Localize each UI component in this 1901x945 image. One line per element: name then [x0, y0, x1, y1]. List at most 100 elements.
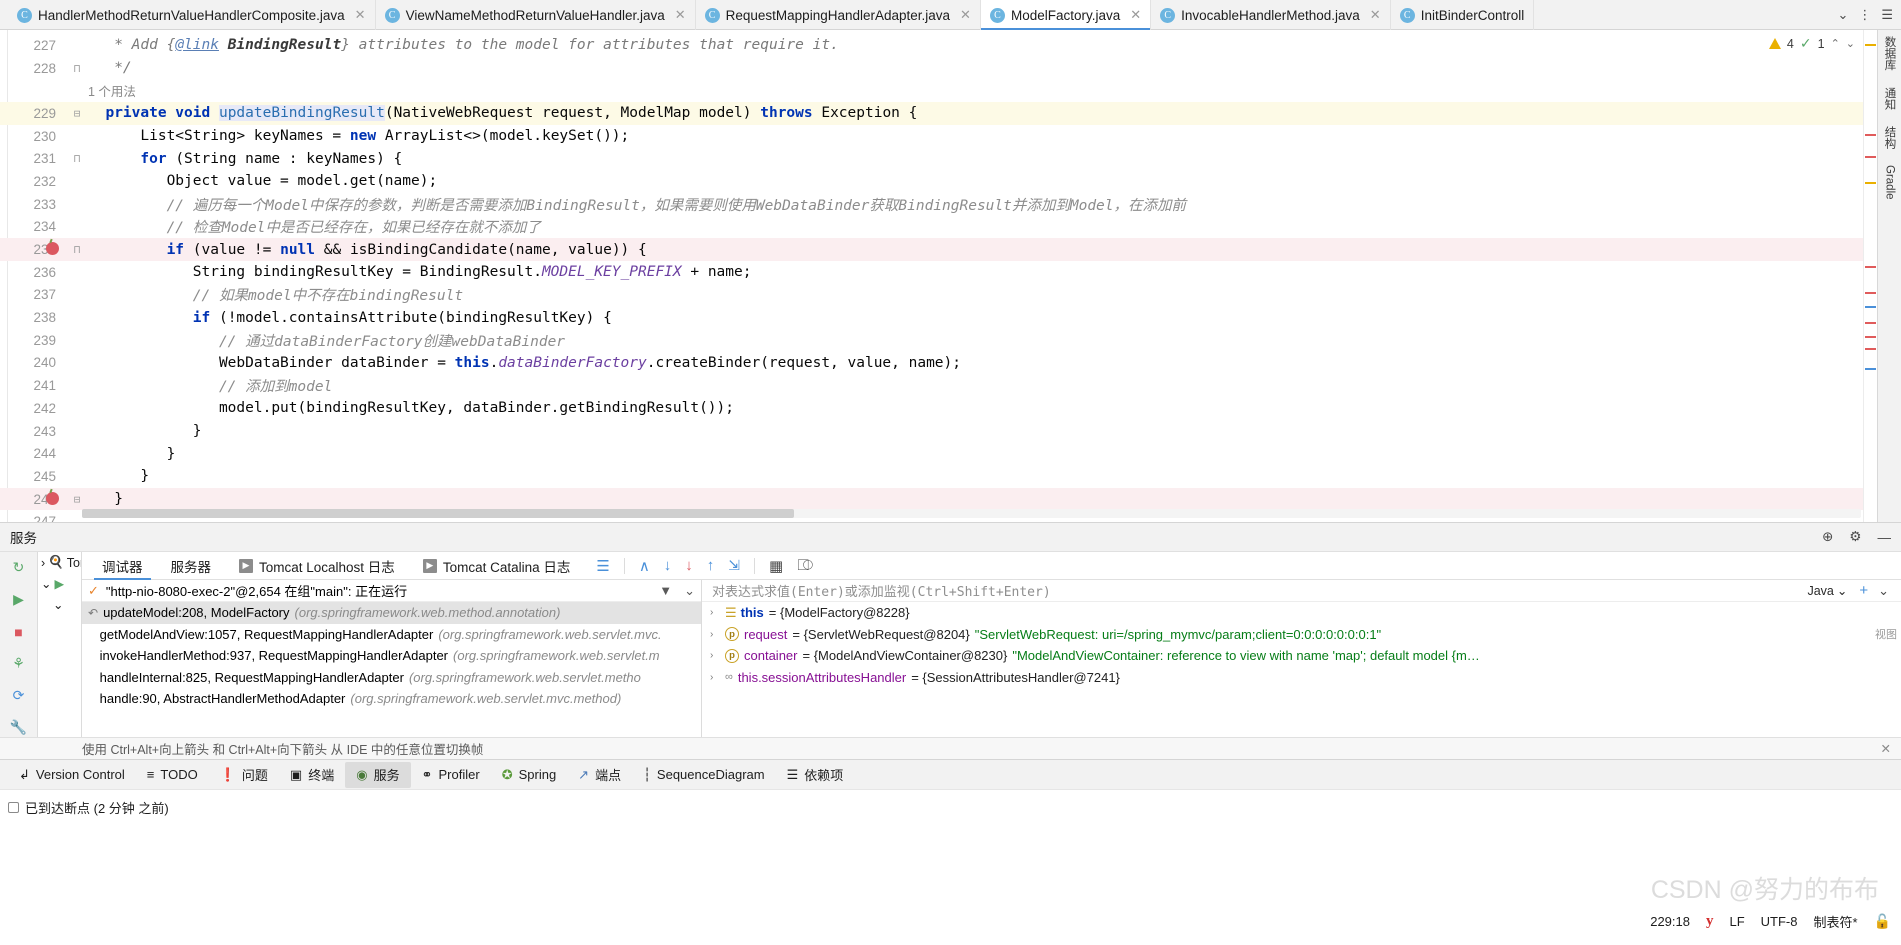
close-icon[interactable]: ✕ [960, 7, 971, 23]
evaluate-input[interactable]: 对表达式求值(Enter)或添加监视(Ctrl+Shift+Enter) [708, 581, 1807, 600]
services-tree-row[interactable]: › 🍳 Tom [38, 552, 81, 573]
layout-icon[interactable]: ☰ [596, 557, 609, 575]
mute-breakpoints-icon[interactable]: ⎄ [797, 557, 813, 574]
variable-row[interactable]: › ∞ this.sessionAttributesHandler = {Sessi… [702, 667, 1901, 689]
tool-button-dependencies[interactable]: ☰ 依赖项 [776, 762, 855, 788]
more-options-icon[interactable]: ⋮ [1858, 7, 1871, 23]
chevron-right-icon[interactable]: › [710, 629, 720, 640]
editor-tab-5[interactable]: C InitBinderControll [1391, 0, 1535, 30]
thread-selector[interactable]: ✓ "http-nio-8080-exec-2"@2,654 在组"main":… [82, 580, 701, 602]
step-into-icon[interactable]: ↓ [664, 557, 672, 574]
line-separator[interactable]: LF [1729, 914, 1744, 929]
rerun-icon[interactable]: ↻ [9, 558, 29, 578]
add-watch-icon[interactable]: + [1859, 582, 1868, 599]
force-step-into-icon[interactable]: ↓ [685, 557, 693, 574]
scrollbar-thumb[interactable] [82, 509, 794, 518]
variables-settings-icon[interactable]: ⌄ [1878, 583, 1889, 599]
resume-icon[interactable]: ▶ [9, 590, 29, 610]
settings-wrench-icon[interactable]: 🔧 [9, 717, 29, 737]
tool-button-endpoints[interactable]: ↗ 端点 [567, 762, 632, 788]
unlocked-icon[interactable]: 🔓 [1874, 913, 1891, 930]
close-icon[interactable]: ✕ [1881, 741, 1891, 756]
stack-frame-row[interactable]: handleInternal:825, RequestMappingHandle… [82, 667, 701, 689]
usage-hint[interactable]: 1 个用法 [88, 85, 136, 99]
minimize-icon[interactable]: — [1878, 530, 1892, 545]
close-icon[interactable]: ✕ [1370, 7, 1381, 23]
indent-setting[interactable]: 制表符* [1814, 912, 1858, 931]
services-tree-row[interactable]: ⌄ [38, 594, 81, 615]
tab-debugger[interactable]: 调试器 [88, 552, 157, 580]
chevron-down-icon[interactable]: ⌄ [1837, 7, 1848, 23]
run-to-cursor-icon[interactable]: ⇲ [728, 557, 740, 574]
filter-icon[interactable]: ▼ [659, 583, 672, 598]
variable-row[interactable]: › p request = {ServletWebRequest@8204} "Se… [702, 624, 1901, 646]
services-tree[interactable]: › 🍳 Tom ⌄ ▶ ⌄ [38, 552, 82, 737]
chevron-down-icon[interactable]: ⌄ [41, 576, 51, 591]
tool-button-version-control[interactable]: ↲ Version Control [8, 762, 136, 788]
stop-icon[interactable]: ■ [9, 622, 29, 642]
tool-button-database[interactable]: 数据库 [1882, 36, 1898, 71]
tool-button-todo[interactable]: ≡ TODO [136, 762, 209, 788]
variables-pane[interactable]: 对表达式求值(Enter)或添加监视(Ctrl+Shift+Enter) Jav… [702, 580, 1901, 737]
help-icon[interactable]: ⊕ [1822, 529, 1833, 545]
tab-server[interactable]: 服务器 [157, 552, 226, 580]
step-over-icon[interactable]: ∧ [639, 557, 650, 575]
services-tree-row[interactable]: ⌄ ▶ [38, 573, 81, 594]
editor-tab-1[interactable]: C ViewNameMethodReturnValueHandler.java … [376, 0, 696, 30]
close-icon[interactable]: ✕ [675, 7, 686, 23]
gear-icon[interactable]: ⚙ [1849, 529, 1861, 545]
editor-tab-3[interactable]: C ModelFactory.java ✕ [980, 0, 1152, 30]
tool-button-sequence-diagram[interactable]: ┆ SequenceDiagram [632, 762, 776, 788]
tool-button-problems[interactable]: ❗ 问题 [209, 762, 279, 788]
frames-pane[interactable]: ✓ "http-nio-8080-exec-2"@2,654 在组"main":… [82, 580, 702, 737]
variable-row[interactable]: › p container = {ModelAndViewContainer@823… [702, 645, 1901, 667]
fold-marker-icon[interactable]: ⊓ [66, 243, 88, 256]
inspection-widget[interactable]: 4 ✓ 1 ⌃ ⌄ [1768, 35, 1855, 52]
stack-frame-row[interactable]: getModelAndView:1057, RequestMappingHand… [82, 624, 701, 646]
chevron-up-icon[interactable]: ⌃ [1831, 37, 1840, 50]
tool-button-spring[interactable]: ✪ Spring [491, 762, 567, 788]
variable-row[interactable]: › ☰ this = {ModelFactory@8228} [702, 602, 1901, 624]
editor-horizontal-scrollbar[interactable] [82, 509, 1861, 518]
tool-button-services[interactable]: ◉ 服务 [345, 761, 411, 788]
close-icon[interactable]: ✕ [1130, 7, 1141, 23]
editor-tab-0[interactable]: C HandlerMethodReturnValueHandlerComposi… [8, 0, 376, 30]
tool-button-profiler[interactable]: ⚭ Profiler [411, 762, 491, 788]
tab-tomcat-localhost-log[interactable]: ▶ Tomcat Localhost 日志 [225, 552, 409, 580]
fold-marker-icon[interactable]: ⊟ [66, 107, 88, 120]
editor-tab-2[interactable]: C RequestMappingHandlerAdapter.java ✕ [696, 0, 981, 30]
database-icon[interactable]: ☰ [1881, 7, 1893, 23]
breakpoint-icon[interactable] [46, 491, 59, 505]
error-stripe[interactable] [1863, 30, 1877, 522]
restore-layout-icon[interactable]: ⟳ [9, 685, 29, 705]
close-icon[interactable]: ✕ [355, 7, 366, 23]
chevron-right-icon[interactable]: › [710, 672, 720, 683]
file-encoding[interactable]: UTF-8 [1761, 914, 1798, 929]
editor-tab-4[interactable]: C InvocableHandlerMethod.java ✕ [1151, 0, 1391, 30]
code-editor[interactable]: 4 ✓ 1 ⌃ ⌄ 227 * Add {@link BindingResult… [0, 30, 1901, 522]
tab-tomcat-catalina-log[interactable]: ▶ Tomcat Catalina 日志 [409, 552, 585, 580]
tool-button-terminal[interactable]: ▣ 终端 [279, 762, 345, 788]
chevron-right-icon[interactable]: › [710, 607, 720, 618]
stack-frame-row[interactable]: invokeHandlerMethod:937, RequestMappingH… [82, 645, 701, 667]
fold-marker-icon[interactable]: ⊟ [66, 493, 88, 506]
chevron-right-icon[interactable]: › [710, 650, 720, 661]
caret-position[interactable]: 229:18 [1650, 914, 1690, 929]
chevron-down-icon[interactable]: ⌄ [684, 583, 695, 599]
thread-dump-icon[interactable]: ⚘ [9, 653, 29, 673]
stack-frame-row[interactable]: handle:90, AbstractHandlerMethodAdapter … [82, 688, 701, 710]
step-out-icon[interactable]: ↑ [707, 557, 715, 574]
fold-marker-icon[interactable]: ⊓ [66, 62, 88, 75]
tool-button-gradle[interactable]: Gradle [1884, 165, 1896, 200]
evaluate-expression-icon[interactable]: ▦ [769, 557, 783, 575]
fold-marker-icon[interactable]: ⊓ [66, 152, 88, 165]
stack-frame-row[interactable]: ↶ updateModel:208, ModelFactory (org.spri… [82, 602, 701, 624]
language-selector[interactable]: Java ⌄ [1807, 583, 1847, 599]
chevron-down-icon[interactable]: ⌄ [1846, 37, 1855, 50]
evaluate-expression-row[interactable]: 对表达式求值(Enter)或添加监视(Ctrl+Shift+Enter) Jav… [702, 580, 1901, 602]
tool-button-structure[interactable]: 结构 [1882, 126, 1898, 149]
yandex-icon[interactable]: y [1706, 913, 1714, 930]
tool-button-notifications[interactable]: 通知 [1882, 87, 1898, 110]
chevron-right-icon[interactable]: › [41, 556, 45, 570]
chevron-down-icon[interactable]: ⌄ [41, 597, 63, 612]
